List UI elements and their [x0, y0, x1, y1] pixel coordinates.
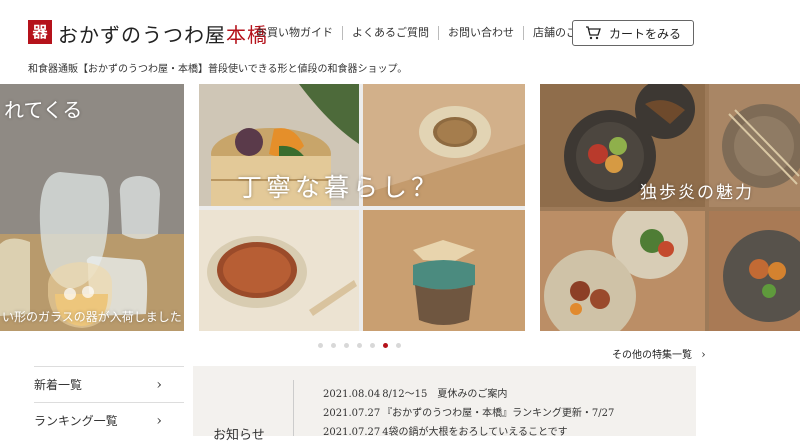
news-text: 『おかずのうつわ屋・本橋』ランキング更新・7/27 [382, 408, 615, 419]
slider-dot-active[interactable] [383, 343, 388, 348]
slider-dot[interactable] [370, 343, 375, 348]
news-date: 2021.07.27 [323, 427, 381, 438]
cart-button-label: カートをみる [608, 26, 681, 41]
chevron-right-icon: › [156, 376, 162, 393]
side-menu-new-arrivals[interactable]: 新着一覧 › [34, 366, 184, 402]
site-tagline: 和食器通販【おかずのうつわ屋・本橋】普段使いできる形と値段の和食器ショップ。 [28, 64, 408, 75]
more-features-label: その他の特集一覧 [612, 350, 692, 361]
news-date: 2021.07.27 [323, 408, 381, 419]
slide3-title: 独歩炎の魅力 [640, 183, 754, 203]
rice-pot-photo [363, 210, 525, 331]
slide-careful-living[interactable]: 丁寧な暮らし？ [199, 84, 525, 331]
logo-text-main: おかずのうつわ屋 [58, 23, 226, 47]
global-nav: お買い物ガイド よくあるご質問 お問い合わせ 店舗のご案内 [247, 26, 608, 40]
slider-dot[interactable] [396, 343, 401, 348]
side-menu-label: 新着一覧 [34, 378, 83, 392]
news-date: 2021.08.04 [323, 389, 381, 400]
plates-salad-photo [540, 211, 705, 331]
side-menu: 新着一覧 › ランキング一覧 › [34, 366, 184, 438]
cart-icon [585, 26, 601, 40]
news-item[interactable]: 2021.08.04 8/12～15 夏休みのご案内 [323, 385, 507, 400]
news-box: お知らせ 2021.08.04 8/12～15 夏休みのご案内 2021.07.… [193, 366, 696, 443]
slide1-title: れてくる [4, 98, 83, 122]
slide2-title: 丁寧な暮らし？ [237, 173, 441, 202]
nav-shopping-guide[interactable]: お買い物ガイド [247, 26, 342, 40]
more-features-link[interactable]: その他の特集一覧 › [612, 346, 706, 361]
mortar-photo [199, 210, 359, 331]
news-text: 4袋の鍋が大根をおろしていえることです [382, 427, 568, 438]
nav-faq[interactable]: よくあるご質問 [342, 26, 438, 40]
side-menu-ranking[interactable]: ランキング一覧 › [34, 402, 184, 438]
slide1-caption: い形のガラスの器が入荷しました [2, 310, 182, 324]
logo-mark[interactable]: 器 [28, 20, 52, 44]
view-cart-button[interactable]: カートをみる [572, 20, 694, 46]
slider-dot[interactable] [318, 343, 323, 348]
chevron-right-icon: › [701, 348, 706, 361]
slider-dot[interactable] [331, 343, 336, 348]
news-text: 8/12～15 夏休みのご案内 [382, 389, 508, 400]
plate-fish-photo [709, 211, 800, 331]
site-logo[interactable]: おかずのうつわ屋本橋 [58, 19, 268, 48]
news-item[interactable]: 2021.07.27 『おかずのうつわ屋・本橋』ランキング更新・7/27 [323, 404, 614, 419]
slide-doppo-en[interactable]: 独歩炎の魅力 [540, 84, 800, 331]
chevron-right-icon: › [156, 412, 162, 429]
slider-pagination [318, 343, 409, 348]
slider-dot[interactable] [344, 343, 349, 348]
news-divider [293, 380, 294, 436]
site-header: 器 おかずのうつわ屋本橋 お買い物ガイド よくあるご質問 お問い合わせ 店舗のご… [0, 0, 800, 60]
news-title: お知らせ [213, 428, 265, 443]
slide-glassware[interactable]: れてくる い形のガラスの器が入荷しました [0, 84, 184, 331]
slider-dot[interactable] [357, 343, 362, 348]
nav-contact[interactable]: お問い合わせ [438, 26, 523, 40]
feature-slider: れてくる い形のガラスの器が入荷しました 丁寧な暮らし？ 独歩炎の魅力 [0, 84, 800, 331]
side-menu-label: ランキング一覧 [34, 414, 118, 428]
